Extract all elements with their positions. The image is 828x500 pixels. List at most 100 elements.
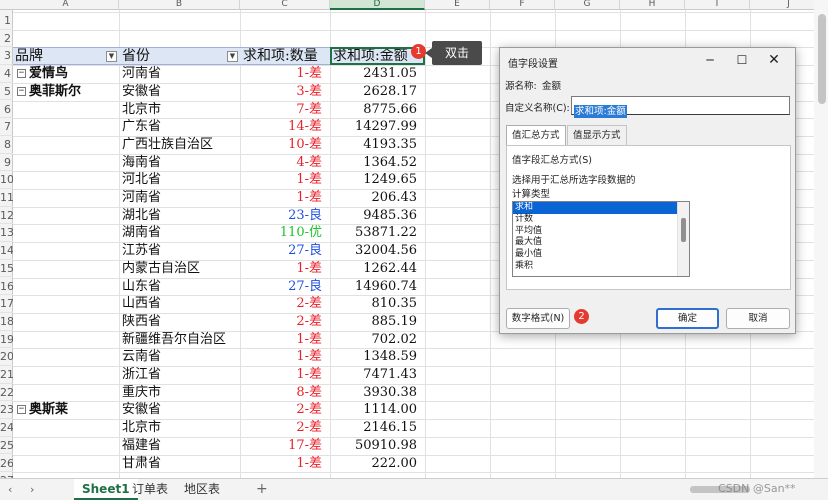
brand-cell[interactable]: 爱情鸟 [29,65,119,83]
province-cell[interactable]: 内蒙古自治区 [119,260,240,278]
province-cell[interactable]: 广东省 [119,118,240,136]
row-header[interactable]: 15 [0,260,13,278]
province-cell[interactable]: 安徽省 [119,401,240,419]
number-format-button[interactable]: 数字格式(N) [506,308,570,329]
row-header[interactable]: 20 [0,348,13,366]
add-sheet-icon[interactable]: + [256,479,268,500]
qty-cell[interactable]: 8-差 [240,384,330,402]
cancel-button[interactable]: 取消 [726,308,790,329]
qty-cell[interactable]: 1-差 [240,260,330,278]
row-header[interactable]: 24 [0,419,13,437]
pivot-header-qty[interactable]: 求和项:数量 [240,47,330,66]
amount-cell[interactable]: 4193.35 [330,136,425,154]
column-header-i[interactable]: I [685,0,750,10]
row-header[interactable]: 3 [0,47,13,66]
amount-cell[interactable]: 50910.98 [330,437,425,455]
amount-cell[interactable]: 222.00 [330,455,425,473]
province-cell[interactable]: 甘肃省 [119,455,240,473]
vertical-scroll-thumb[interactable] [818,14,826,104]
close-icon[interactable]: ✕ [766,52,782,68]
column-header-d[interactable]: D [330,0,425,10]
column-header-c[interactable]: C [240,0,330,10]
amount-cell[interactable]: 1364.52 [330,154,425,172]
row-header[interactable]: 16 [0,278,13,296]
row-header[interactable]: 23 [0,401,13,420]
province-cell[interactable]: 福建省 [119,437,240,455]
qty-cell[interactable]: 7-差 [240,101,330,119]
row-header[interactable]: 8 [0,136,13,154]
qty-cell[interactable]: 27-良 [240,242,330,260]
qty-cell[interactable]: 27-良 [240,278,330,296]
brand-filter-dropdown-icon[interactable]: ▼ [106,51,117,63]
row-header[interactable]: 12 [0,207,13,225]
qty-cell[interactable]: 14-差 [240,118,330,136]
qty-cell[interactable]: 2-差 [240,419,330,437]
row-header[interactable]: 5 [0,83,13,101]
calc-option-sum[interactable]: 求和 [513,202,677,214]
column-header-b[interactable]: B [119,0,240,10]
calc-option-max[interactable]: 最大值 [513,237,677,249]
qty-cell[interactable]: 1-差 [240,348,330,366]
amount-cell[interactable]: 810.35 [330,295,425,313]
pivot-header-brand[interactable]: 品牌 ▼ [13,47,119,66]
province-cell[interactable]: 重庆市 [119,384,240,402]
column-header-g[interactable]: G [555,0,620,10]
row-header[interactable]: 18 [0,313,13,331]
province-cell[interactable]: 河南省 [119,65,240,83]
row-header[interactable]: 4 [0,65,13,83]
province-cell[interactable]: 河南省 [119,189,240,207]
calc-type-listbox[interactable]: 求和 计数 平均值 最大值 最小值 乘积 [512,201,690,277]
province-cell[interactable]: 湖北省 [119,207,240,225]
listbox-scrollbar[interactable] [677,202,689,276]
amount-cell[interactable]: 1249.65 [330,171,425,189]
qty-cell[interactable]: 1-差 [240,171,330,189]
amount-cell[interactable]: 1262.44 [330,260,425,278]
amount-cell[interactable]: 53871.22 [330,224,425,242]
qty-cell[interactable]: 1-差 [240,65,330,83]
amount-cell[interactable]: 2431.05 [330,65,425,83]
tab-show-values-as[interactable]: 值显示方式 [567,125,627,145]
province-cell[interactable]: 安徽省 [119,83,240,101]
amount-cell[interactable]: 8775.66 [330,101,425,119]
qty-cell[interactable]: 2-差 [240,295,330,313]
listbox-scroll-thumb[interactable] [681,218,686,242]
qty-cell[interactable]: 3-差 [240,83,330,101]
qty-cell[interactable]: 23-良 [240,207,330,225]
maximize-icon[interactable]: ☐ [734,52,750,68]
collapse-brand-icon[interactable]: − [17,405,26,415]
province-cell[interactable]: 山东省 [119,278,240,296]
pivot-header-province[interactable]: 省份 ▼ [119,47,240,66]
row-header[interactable]: 26 [0,455,13,473]
calc-option-min[interactable]: 最小值 [513,249,677,261]
sheet-tab-orders[interactable]: 订单表 [124,479,176,500]
column-header-a[interactable]: A [13,0,119,10]
qty-cell[interactable]: 2-差 [240,313,330,331]
row-header[interactable]: 9 [0,154,13,172]
row-header[interactable]: 6 [0,101,13,119]
province-filter-dropdown-icon[interactable]: ▼ [227,51,238,63]
sheet-tab-regions[interactable]: 地区表 [176,479,228,500]
qty-cell[interactable]: 1-差 [240,366,330,384]
province-cell[interactable]: 山西省 [119,295,240,313]
amount-cell[interactable]: 14297.99 [330,118,425,136]
qty-cell[interactable]: 2-差 [240,401,330,419]
row-header[interactable]: 25 [0,437,13,455]
row-header[interactable]: 11 [0,189,13,207]
row-header[interactable]: 17 [0,295,13,313]
row-header[interactable]: 7 [0,118,13,136]
amount-cell[interactable]: 14960.74 [330,278,425,296]
calc-option-count[interactable]: 计数 [513,214,677,226]
custom-name-input[interactable]: 求和项:金额 [571,96,790,118]
row-header[interactable]: 14 [0,242,13,260]
amount-cell[interactable]: 2628.17 [330,83,425,101]
minimize-icon[interactable]: ─ [702,52,718,68]
row-header[interactable]: 10 [0,171,13,189]
province-cell[interactable]: 湖南省 [119,224,240,242]
qty-cell[interactable]: 110-优 [240,224,330,242]
column-header-e[interactable]: E [425,0,490,10]
province-cell[interactable]: 陕西省 [119,313,240,331]
tab-summarize-values-by[interactable]: 值汇总方式 [506,125,566,146]
row-header[interactable]: 19 [0,331,13,349]
province-cell[interactable]: 云南省 [119,348,240,366]
qty-cell[interactable]: 1-差 [240,331,330,349]
